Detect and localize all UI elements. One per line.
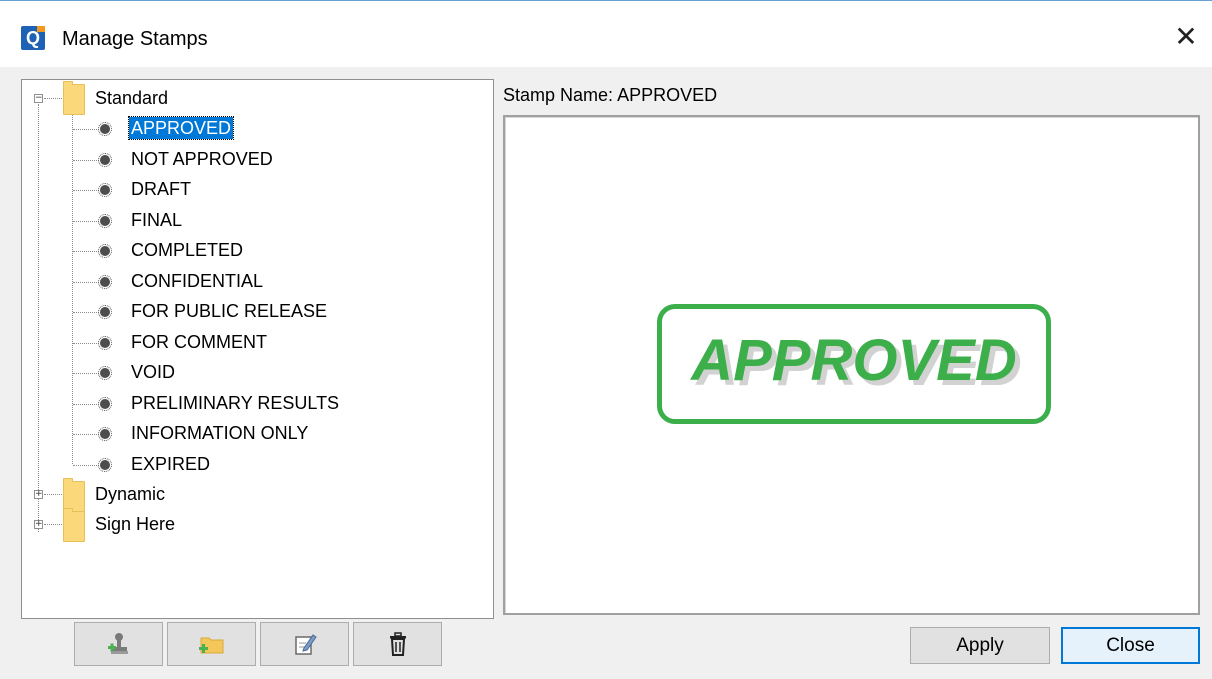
stamp-text: APPROVED: [691, 328, 1017, 393]
stamp-name-label: Stamp Name:: [503, 85, 614, 105]
tree-item[interactable]: VOID: [131, 361, 175, 383]
tree-connector: [73, 312, 99, 313]
tree-connector: [72, 112, 73, 464]
stamp-bullet-icon: [98, 427, 112, 441]
tree-connector: [73, 434, 99, 435]
tree-folder-dynamic[interactable]: Dynamic: [95, 483, 165, 505]
tree-item[interactable]: NOT APPROVED: [131, 148, 273, 170]
app-logo-corner: [37, 26, 45, 32]
expand-collapse-sign-here[interactable]: +: [34, 520, 43, 529]
tree-item[interactable]: INFORMATION ONLY: [131, 422, 308, 444]
tree-item[interactable]: FOR PUBLIC RELEASE: [131, 300, 327, 322]
tree-connector: [38, 104, 39, 532]
tree-connector: [44, 524, 62, 525]
stamp-bullet-icon: [98, 305, 112, 319]
tree-item[interactable]: CONFIDENTIAL: [131, 270, 263, 292]
stamp-bullet-icon: [98, 458, 112, 472]
tree-connector: [73, 251, 99, 252]
stamp-bullet-icon: [98, 244, 112, 258]
stamp-bullet-icon: [98, 336, 112, 350]
expand-collapse-standard[interactable]: −: [34, 94, 43, 103]
tree-connector: [73, 465, 99, 466]
stamp-graphic: APPROVED: [657, 304, 1051, 424]
tree-item[interactable]: APPROVED: [127, 116, 235, 140]
stamp-bullet-icon: [98, 153, 112, 167]
add-folder-button[interactable]: [167, 622, 256, 666]
stamp-name-row: Stamp Name: APPROVED: [503, 85, 717, 106]
tree-folder-sign-here[interactable]: Sign Here: [95, 513, 175, 535]
tree-item[interactable]: EXPIRED: [131, 453, 210, 475]
add-stamp-icon: [107, 633, 128, 654]
tree-connector: [73, 129, 99, 130]
folder-icon: [63, 508, 85, 542]
stamp-bullet-icon: [98, 214, 112, 228]
stamp-name-value: APPROVED: [617, 85, 718, 105]
edit-icon: [294, 634, 317, 655]
tree-connector: [73, 160, 99, 161]
tree-connector: [73, 343, 99, 344]
close-window-icon[interactable]: ✕: [1172, 22, 1200, 52]
delete-stamp-button[interactable]: [353, 622, 442, 666]
tree-folder-standard[interactable]: Standard: [95, 87, 168, 109]
stamp-bullet-icon: [98, 275, 112, 289]
add-folder-icon: [198, 637, 223, 654]
tree-connector: [73, 373, 99, 374]
delete-icon: [389, 632, 406, 656]
tree-item[interactable]: COMPLETED: [131, 239, 243, 261]
tree-connector: [73, 282, 99, 283]
tree-item[interactable]: FINAL: [131, 209, 182, 231]
title-bar[interactable]: Q Manage Stamps ✕: [0, 1, 1212, 67]
add-stamp-button[interactable]: [74, 622, 163, 666]
stamp-bullet-icon: [98, 366, 112, 380]
app-logo-icon: Q: [21, 26, 45, 50]
stamp-bullet-icon: [98, 183, 112, 197]
tree-item[interactable]: FOR COMMENT: [131, 331, 267, 353]
expand-collapse-dynamic[interactable]: +: [34, 490, 43, 499]
tree-connector: [44, 494, 62, 495]
tree-connector: [73, 404, 99, 405]
stamp-tree[interactable]: − Standard APPROVED NOT APPROVED DRAFT FINA…: [21, 79, 494, 619]
tree-connector: [73, 190, 99, 191]
folder-icon: [63, 81, 85, 115]
stamp-bullet-icon: [98, 397, 112, 411]
apply-button[interactable]: Apply: [910, 627, 1050, 664]
tree-connector: [73, 221, 99, 222]
tree-connector: [44, 98, 62, 99]
manage-stamps-dialog: Q Manage Stamps ✕ − Standard APPROVED NOT…: [0, 0, 1212, 679]
stamp-preview: APPROVED: [503, 115, 1200, 615]
edit-stamp-button[interactable]: [260, 622, 349, 666]
stamp-bullet-icon: [98, 122, 112, 136]
window-title: Manage Stamps: [62, 28, 208, 50]
close-button[interactable]: Close: [1061, 627, 1200, 664]
tree-item[interactable]: PRELIMINARY RESULTS: [131, 392, 339, 414]
tree-item[interactable]: DRAFT: [131, 178, 191, 200]
